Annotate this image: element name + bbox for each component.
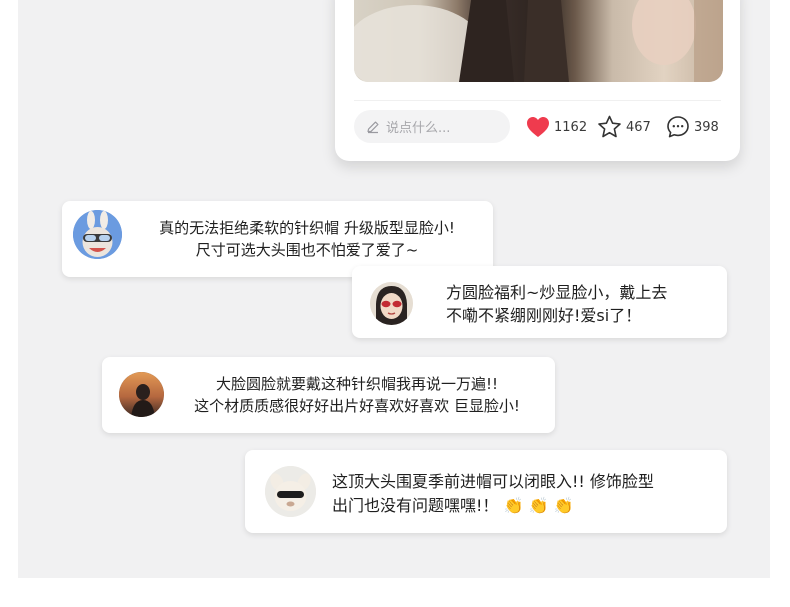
action-bar-divider (354, 100, 721, 101)
like-count: 1162 (554, 119, 588, 135)
avatar[interactable] (265, 466, 316, 517)
favorite-button[interactable]: 467 (597, 114, 651, 140)
comment-input[interactable]: 说点什么... (354, 110, 510, 143)
comment-count: 398 (694, 119, 719, 135)
comment-text: 这顶大头围夏季前进帽可以闭眼入!! 修饰脸型 出门也没有问题嘿嘿!！ 👏 👏 👏 (332, 470, 654, 518)
comment-bubble-icon (667, 116, 689, 138)
avatar[interactable] (370, 282, 413, 325)
comment-text: 真的无法拒绝柔软的针织帽 升级版型显脸小! 尺寸可选大头围也不怕爱了爱了~ (137, 217, 477, 261)
comment-bubble: 这顶大头围夏季前进帽可以闭眼入!! 修饰脸型 出门也没有问题嘿嘿!！ 👏 👏 👏 (245, 450, 727, 533)
comment-bubble: 方圆脸福利~炒显脸小，戴上去 不嘞不紧绷刚刚好!爱si了！ (352, 266, 727, 338)
post-photo[interactable] (354, 0, 723, 82)
comment-line-1: 大脸圆脸就要戴这种针织帽我再说一万遍!! (215, 375, 499, 393)
comment-text: 方圆脸福利~炒显脸小，戴上去 不嘞不紧绷刚刚好!爱si了！ (446, 281, 667, 327)
like-button[interactable]: 1162 (526, 114, 587, 140)
comment-placeholder: 说点什么... (386, 121, 451, 136)
comment-line-2: 尺寸可选大头围也不怕爱了爱了~ (195, 241, 419, 259)
star-icon (598, 115, 621, 138)
comment-line-2: 这个材质质感很好好出片好喜欢好喜欢 巨显脸小! (194, 397, 520, 415)
comment-line-2: 出门也没有问题嘿嘿!！ 👏 👏 👏 (332, 494, 654, 518)
comment-line-2: 不嘞不紧绷刚刚好!爱si了！ (446, 306, 642, 325)
avatar[interactable] (73, 210, 122, 259)
avatar[interactable] (119, 372, 164, 417)
clapping-hands-emoji: 👏 👏 👏 (503, 496, 574, 515)
comment-line-2-text: 出门也没有问题嘿嘿!！ (332, 496, 499, 515)
pencil-icon (367, 121, 379, 133)
comment-button[interactable]: 398 (666, 114, 719, 140)
comment-bubble: 大脸圆脸就要戴这种针织帽我再说一万遍!! 这个材质质感很好好出片好喜欢好喜欢 巨… (102, 357, 555, 433)
comment-text: 大脸圆脸就要戴这种针织帽我再说一万遍!! 这个材质质感很好好出片好喜欢好喜欢 巨… (177, 373, 537, 417)
comment-line-1: 这顶大头围夏季前进帽可以闭眼入!! 修饰脸型 (332, 472, 654, 491)
comment-line-1: 方圆脸福利~炒显脸小，戴上去 (446, 283, 668, 302)
heart-icon (527, 117, 549, 137)
post-card: 说点什么... 1162 467 398 (335, 0, 740, 161)
comment-line-1: 真的无法拒绝柔软的针织帽 升级版型显脸小! (159, 219, 455, 237)
favorite-count: 467 (626, 119, 651, 135)
